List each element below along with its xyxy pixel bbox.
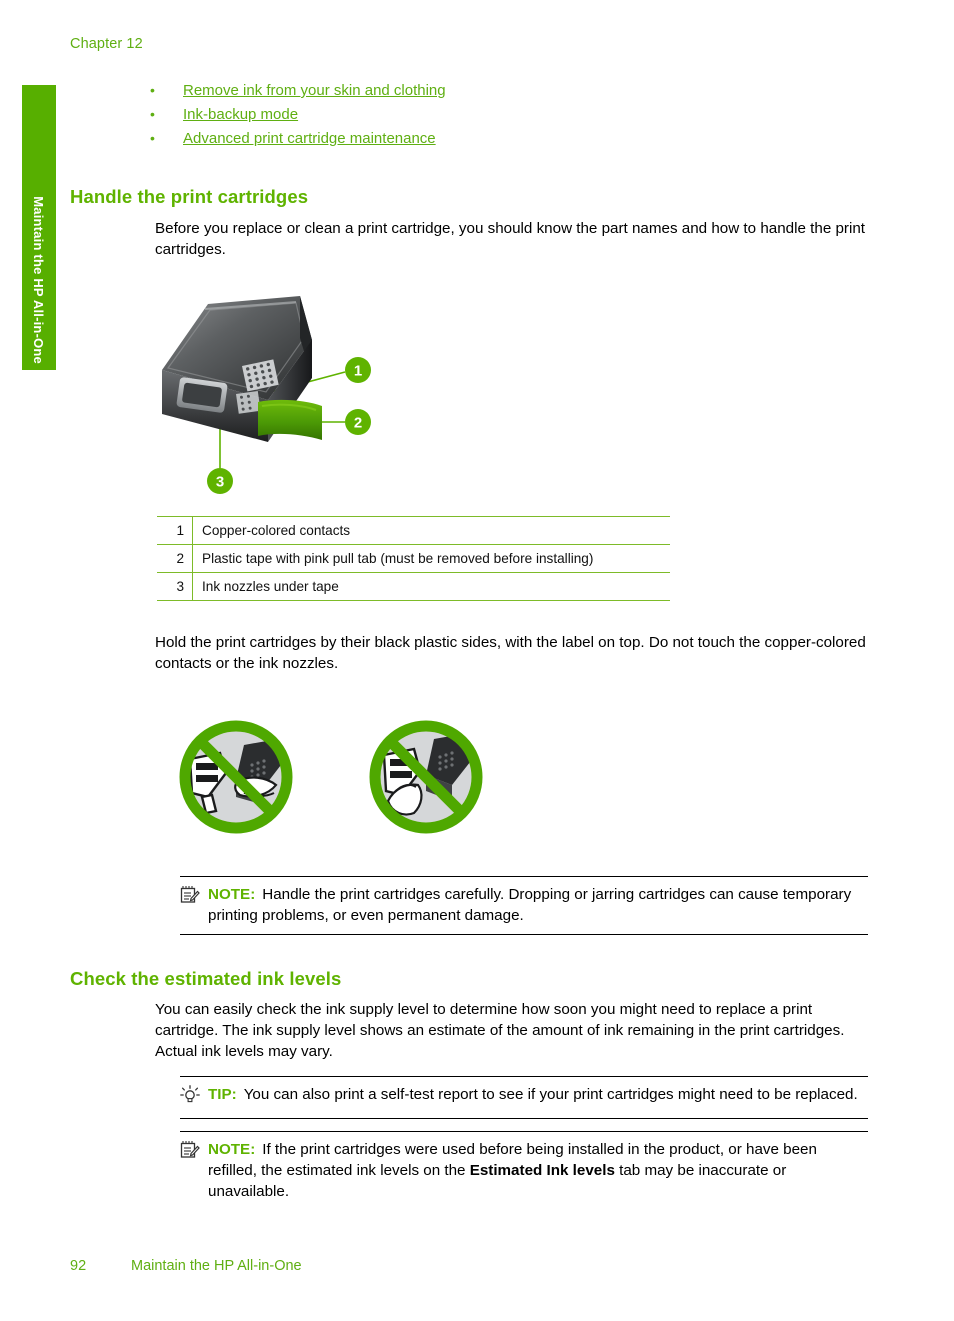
note-text-bold-estimated-ink-levels: Estimated Ink levels	[469, 1162, 615, 1179]
do-not-touch-diagram	[172, 705, 502, 850]
note-block-handle-cartridges: NOTE: Handle the print cartridges careful…	[180, 876, 868, 935]
legend-text: Ink nozzles under tape	[192, 572, 670, 601]
prohibition-left	[179, 720, 293, 834]
note-text: Handle the print cartridges carefully. D…	[208, 886, 852, 924]
lightbulb-icon	[180, 1084, 208, 1110]
callout-badge-1: 1	[345, 357, 371, 383]
footer-page-number: 92	[70, 1258, 87, 1274]
chapter-label: Chapter 12	[70, 36, 143, 52]
cross-reference-link-list: • Remove ink from your skin and clothing…	[150, 82, 850, 154]
lower-contacts	[236, 390, 261, 414]
print-cartridge-callout-diagram: 1 2 3	[150, 282, 410, 507]
note-text-wrapper: NOTE: Handle the print cartridges careful…	[208, 884, 868, 926]
callout-badge-2: 2	[345, 409, 371, 435]
note-block-ink-levels: NOTE: If the print cartridges were used b…	[180, 1131, 868, 1210]
legend-number: 1	[157, 516, 193, 545]
note-icon-svg	[180, 886, 200, 903]
legend-number: 2	[157, 544, 193, 573]
side-thumb-tab: Maintain the HP All-in-One	[22, 85, 56, 370]
tip-block-self-test-report: TIP: You can also print a self-test repor…	[180, 1076, 868, 1119]
prohibition-illustration-svg	[179, 720, 483, 834]
lightbulb-icon-svg	[180, 1085, 200, 1103]
table-row: 2 Plastic tape with pink pull tab (must …	[157, 544, 670, 573]
tip-text-wrapper: TIP: You can also print a self-test repor…	[208, 1084, 858, 1105]
link-advanced-print-cartridge-maintenance[interactable]: Advanced print cartridge maintenance	[183, 130, 436, 147]
legend-text: Plastic tape with pink pull tab (must be…	[192, 544, 670, 573]
note-icon-svg	[180, 1141, 200, 1158]
bullet-icon: •	[150, 82, 155, 98]
figure-legend-table: 1 Copper-colored contacts 2 Plastic tape…	[157, 516, 670, 601]
note-keyword: NOTE:	[208, 1141, 256, 1158]
tip-text: You can also print a self-test report to…	[243, 1086, 858, 1103]
note-keyword: NOTE:	[208, 886, 256, 903]
paragraph-hold-cartridges: Hold the print cartridges by their black…	[155, 634, 866, 672]
legend-text: Copper-colored contacts	[192, 516, 670, 545]
note-icon	[180, 884, 208, 909]
note-text-wrapper: NOTE: If the print cartridges were used b…	[208, 1139, 868, 1202]
prohibition-right	[369, 720, 483, 834]
legend-number: 3	[157, 572, 193, 601]
document-page: Chapter 12 Maintain the HP All-in-One • …	[0, 0, 954, 1321]
list-item[interactable]: • Advanced print cartridge maintenance	[150, 130, 850, 147]
callout-badge-3: 3	[207, 468, 233, 494]
side-thumb-tab-label: Maintain the HP All-in-One	[31, 196, 47, 364]
bullet-icon: •	[150, 130, 155, 146]
bullet-icon: •	[150, 106, 155, 122]
tip-keyword: TIP:	[208, 1086, 237, 1103]
footer-chapter-title: Maintain the HP All-in-One	[131, 1258, 302, 1274]
table-row: 1 Copper-colored contacts	[157, 516, 670, 545]
note-icon	[180, 1139, 208, 1164]
list-item[interactable]: • Remove ink from your skin and clothing	[150, 82, 850, 99]
svg-text:3: 3	[216, 474, 224, 491]
list-item[interactable]: • Ink-backup mode	[150, 106, 850, 123]
cartridge-illustration-svg: 1 2 3	[162, 296, 371, 494]
link-remove-ink-from-skin-and-clothing[interactable]: Remove ink from your skin and clothing	[183, 82, 446, 99]
table-row: 3 Ink nozzles under tape	[157, 572, 670, 601]
svg-text:2: 2	[354, 415, 362, 432]
paragraph-handle-intro: Before you replace or clean a print cart…	[155, 220, 866, 258]
svg-text:1: 1	[354, 363, 362, 380]
heading-handle-the-print-cartridges: Handle the print cartridges	[70, 186, 309, 207]
link-ink-backup-mode[interactable]: Ink-backup mode	[183, 106, 298, 123]
paragraph-ink-levels-intro: You can easily check the ink supply leve…	[155, 1001, 845, 1060]
heading-check-the-estimated-ink-levels: Check the estimated ink levels	[70, 968, 342, 989]
